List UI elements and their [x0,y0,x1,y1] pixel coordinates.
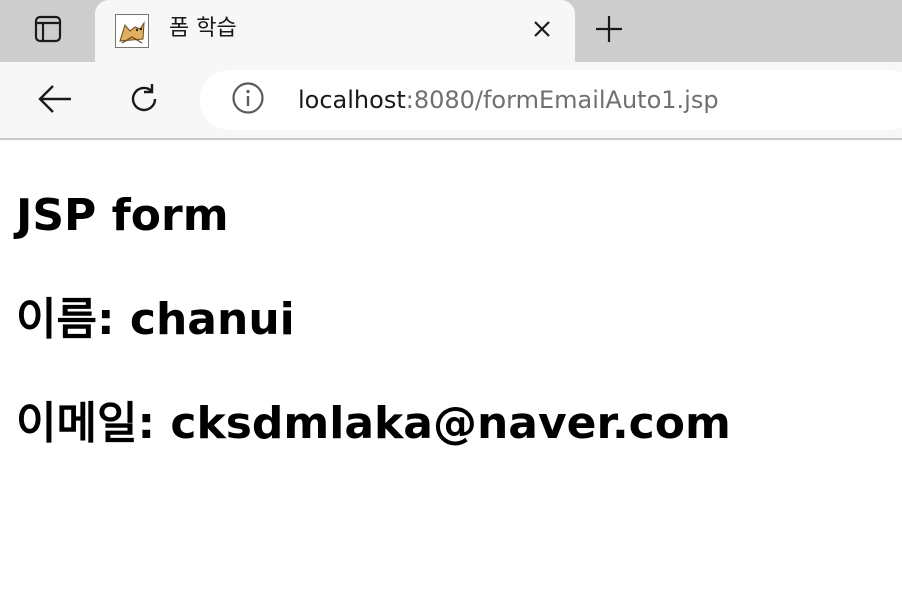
address-bar[interactable]: localhost:8080/formEmailAuto1.jsp [200,70,902,130]
back-arrow-icon [37,84,73,118]
tomcat-favicon-icon [115,14,149,48]
close-icon [531,18,553,44]
name-label: 이름: [16,294,115,345]
page-heading: JSP form [16,190,229,241]
reload-button[interactable] [121,78,167,124]
name-value: chanui [129,294,295,345]
site-info-button[interactable] [230,82,266,118]
active-tab[interactable]: 폼 학습 [95,0,575,62]
url-path: :8080/formEmailAuto1.jsp [405,86,719,114]
info-icon [231,81,265,119]
tab-actions-icon [33,14,63,48]
reload-icon [127,82,161,120]
url-text[interactable]: localhost:8080/formEmailAuto1.jsp [298,85,719,115]
browser-toolbar: localhost:8080/formEmailAuto1.jsp [0,62,902,140]
tab-strip: 폼 학습 [0,0,902,62]
tab-close-button[interactable] [527,16,557,46]
browser-window: 폼 학습 localhost:8080/formEmailAuto1.jsp J… [0,0,902,608]
email-value: cksdmlaka@naver.com [170,398,731,449]
tab-actions-button[interactable] [14,8,82,54]
back-button[interactable] [32,78,78,124]
tab-title: 폼 학습 [169,16,237,41]
name-line: 이름: chanui [16,294,295,346]
url-host: localhost [298,86,406,114]
email-line: 이메일: cksdmlaka@naver.com [16,398,731,450]
page-content: JSP form 이름: chanui 이메일: cksdmlaka@naver… [0,140,902,608]
email-label: 이메일: [16,398,156,449]
new-tab-button[interactable] [588,10,630,52]
plus-icon [594,14,624,48]
